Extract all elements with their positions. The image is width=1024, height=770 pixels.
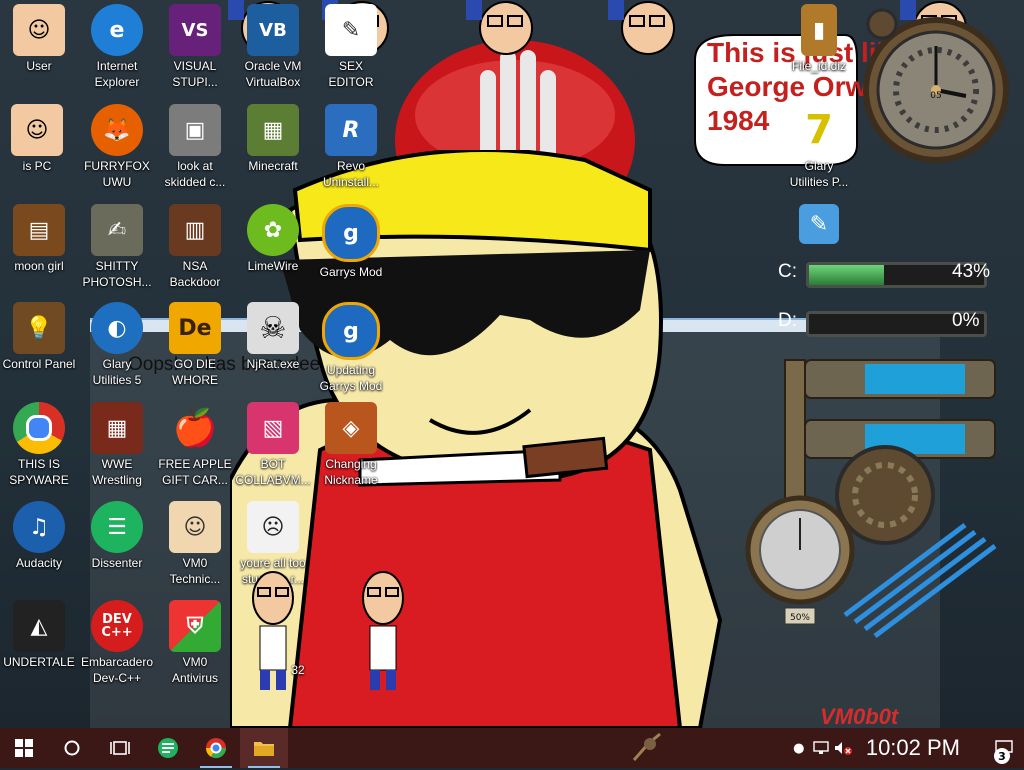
gauge-percent: 50%: [790, 613, 810, 623]
volume-muted-icon[interactable]: [832, 728, 854, 768]
desktop-icon-changing-nickname[interactable]: ◈ Changing Nickname: [302, 398, 400, 496]
desktop-icon-label: SEX EDITOR: [328, 59, 374, 89]
taskbar-app-file-explorer[interactable]: [240, 728, 288, 768]
tf2-icon: ◈: [325, 402, 377, 454]
desktop-icon-label: Garrys Mod: [319, 265, 383, 279]
file-icon: ▮: [801, 4, 837, 56]
desktop-icon-cartoon-man[interactable]: [334, 571, 432, 694]
desktop-icon-label: Glary Utilities P...: [789, 159, 849, 189]
desktop-icon-revo-uninstaller[interactable]: R Revo Uninstall...: [302, 100, 400, 198]
chrome-icon: [13, 402, 65, 454]
taskbar-steampunk-bird: [630, 730, 664, 770]
drive-percent: 0%: [952, 310, 980, 331]
clock-number: 05: [930, 91, 941, 101]
drive-c-meter: C: 43%: [740, 256, 1010, 290]
garrys-mod-icon: g: [322, 302, 380, 360]
edge-icon: e: [91, 4, 143, 56]
drive-usage-fill: [809, 265, 885, 285]
firefox-icon: 🦊: [91, 104, 143, 156]
glary-seven-icon: 7: [805, 107, 833, 153]
drive-letter: D:: [778, 310, 797, 331]
taskbar-app-dissenter[interactable]: [144, 728, 192, 768]
search-button[interactable]: [48, 728, 96, 768]
lightbulb-icon: 💡: [13, 302, 65, 354]
dissenter-icon: ☰: [91, 501, 143, 553]
task-view-icon: [110, 741, 130, 755]
folder-icon: [254, 742, 274, 756]
minecraft-icon: ▦: [247, 104, 299, 156]
apple-icon: 🍎: [172, 408, 218, 449]
unity-icon: ◭: [13, 600, 65, 652]
devcpp-icon: DEV C++: [91, 600, 143, 652]
taskbar-clock[interactable]: 10:02 PM: [866, 735, 960, 761]
chrome-icon: [205, 738, 227, 759]
desktop-icon-label: Revo Uninstall...: [322, 159, 380, 189]
drive-d-meter: D: 0%: [740, 305, 1010, 339]
technician-icon: ☺: [169, 501, 221, 553]
desktop-icon-label: File_id.diz: [791, 59, 847, 73]
desktop-icon-glary-utilities-pro[interactable]: 7 Glary Utilities P...: [770, 100, 868, 198]
user-folder-icon: ☺: [13, 4, 65, 56]
cartoon-man-icon: [247, 571, 299, 690]
stacked-windows-icon: ▣: [169, 104, 221, 156]
gimp-icon: ✍: [91, 204, 143, 256]
desktop-icon-file-id-diz[interactable]: ▮ File_id.diz: [770, 0, 868, 98]
de-icon: De: [169, 302, 221, 354]
desktop-icon-label: Updating Garrys Mod: [319, 363, 383, 393]
portrait-icon: ☹: [247, 501, 299, 553]
network-icon[interactable]: [810, 728, 832, 768]
desktop-icon-garrys-mod[interactable]: g Garrys Mod: [302, 200, 400, 298]
desktop-icon-label: Changing Nickname: [324, 457, 378, 487]
windows-icon: [15, 739, 33, 757]
garrys-mod-icon: g: [322, 204, 380, 262]
dissenter-icon: [158, 738, 178, 758]
cartoon-head[interactable]: [466, 0, 536, 60]
editor-icon: ✎: [325, 4, 377, 56]
task-view-button[interactable]: [96, 728, 144, 768]
steampunk-icon: ▥: [169, 204, 221, 256]
steampunk-tray-icon[interactable]: ●: [788, 728, 810, 768]
steampunk-gauge-widget[interactable]: 50%: [745, 350, 1000, 640]
cartoon-head[interactable]: [608, 0, 678, 60]
desktop-icon-32[interactable]: 32: [224, 571, 322, 694]
shield-icon: ⛨: [169, 600, 221, 652]
notepad-icon: ✎: [799, 204, 839, 244]
revo-icon: R: [325, 104, 377, 156]
glary-icon: ◐: [91, 302, 143, 354]
book-icon: ▤: [13, 204, 65, 256]
audacity-icon: ♫: [13, 501, 65, 553]
desktop-icon-sex-editor[interactable]: ✎ SEX EDITOR: [302, 0, 400, 98]
computer-icon: ☺: [11, 104, 63, 156]
brand-watermark: VM0b0t: [820, 704, 899, 728]
drive-percent: 43%: [952, 261, 991, 282]
taskbar-app-chrome[interactable]: [192, 728, 240, 768]
desktop-icon-updating-garrys-mod[interactable]: g Updating Garrys Mod: [302, 298, 400, 396]
clock-widget[interactable]: 05: [862, 4, 1012, 166]
notification-center-button[interactable]: 3: [984, 728, 1024, 768]
taskbar: ● 10:02 PM 3: [0, 728, 1024, 768]
oven-icon: ▦: [91, 402, 143, 454]
monitor-icon: ▧: [247, 402, 299, 454]
visual-studio-icon: VS: [169, 4, 221, 56]
search-circle-icon: [64, 740, 80, 756]
drive-letter: C:: [778, 261, 797, 282]
desktop[interactable]: Oops! ... has been deemed inap... This i…: [0, 0, 1024, 728]
limewire-icon: ✿: [247, 204, 299, 256]
cartoon-man-icon: [357, 571, 409, 690]
start-button[interactable]: [0, 728, 48, 768]
virtualbox-icon: VB: [247, 4, 299, 56]
skull-icon: ☠: [247, 302, 299, 354]
notification-count-badge: 3: [994, 748, 1010, 764]
system-tray: ● 10:02 PM 3: [788, 728, 1024, 768]
